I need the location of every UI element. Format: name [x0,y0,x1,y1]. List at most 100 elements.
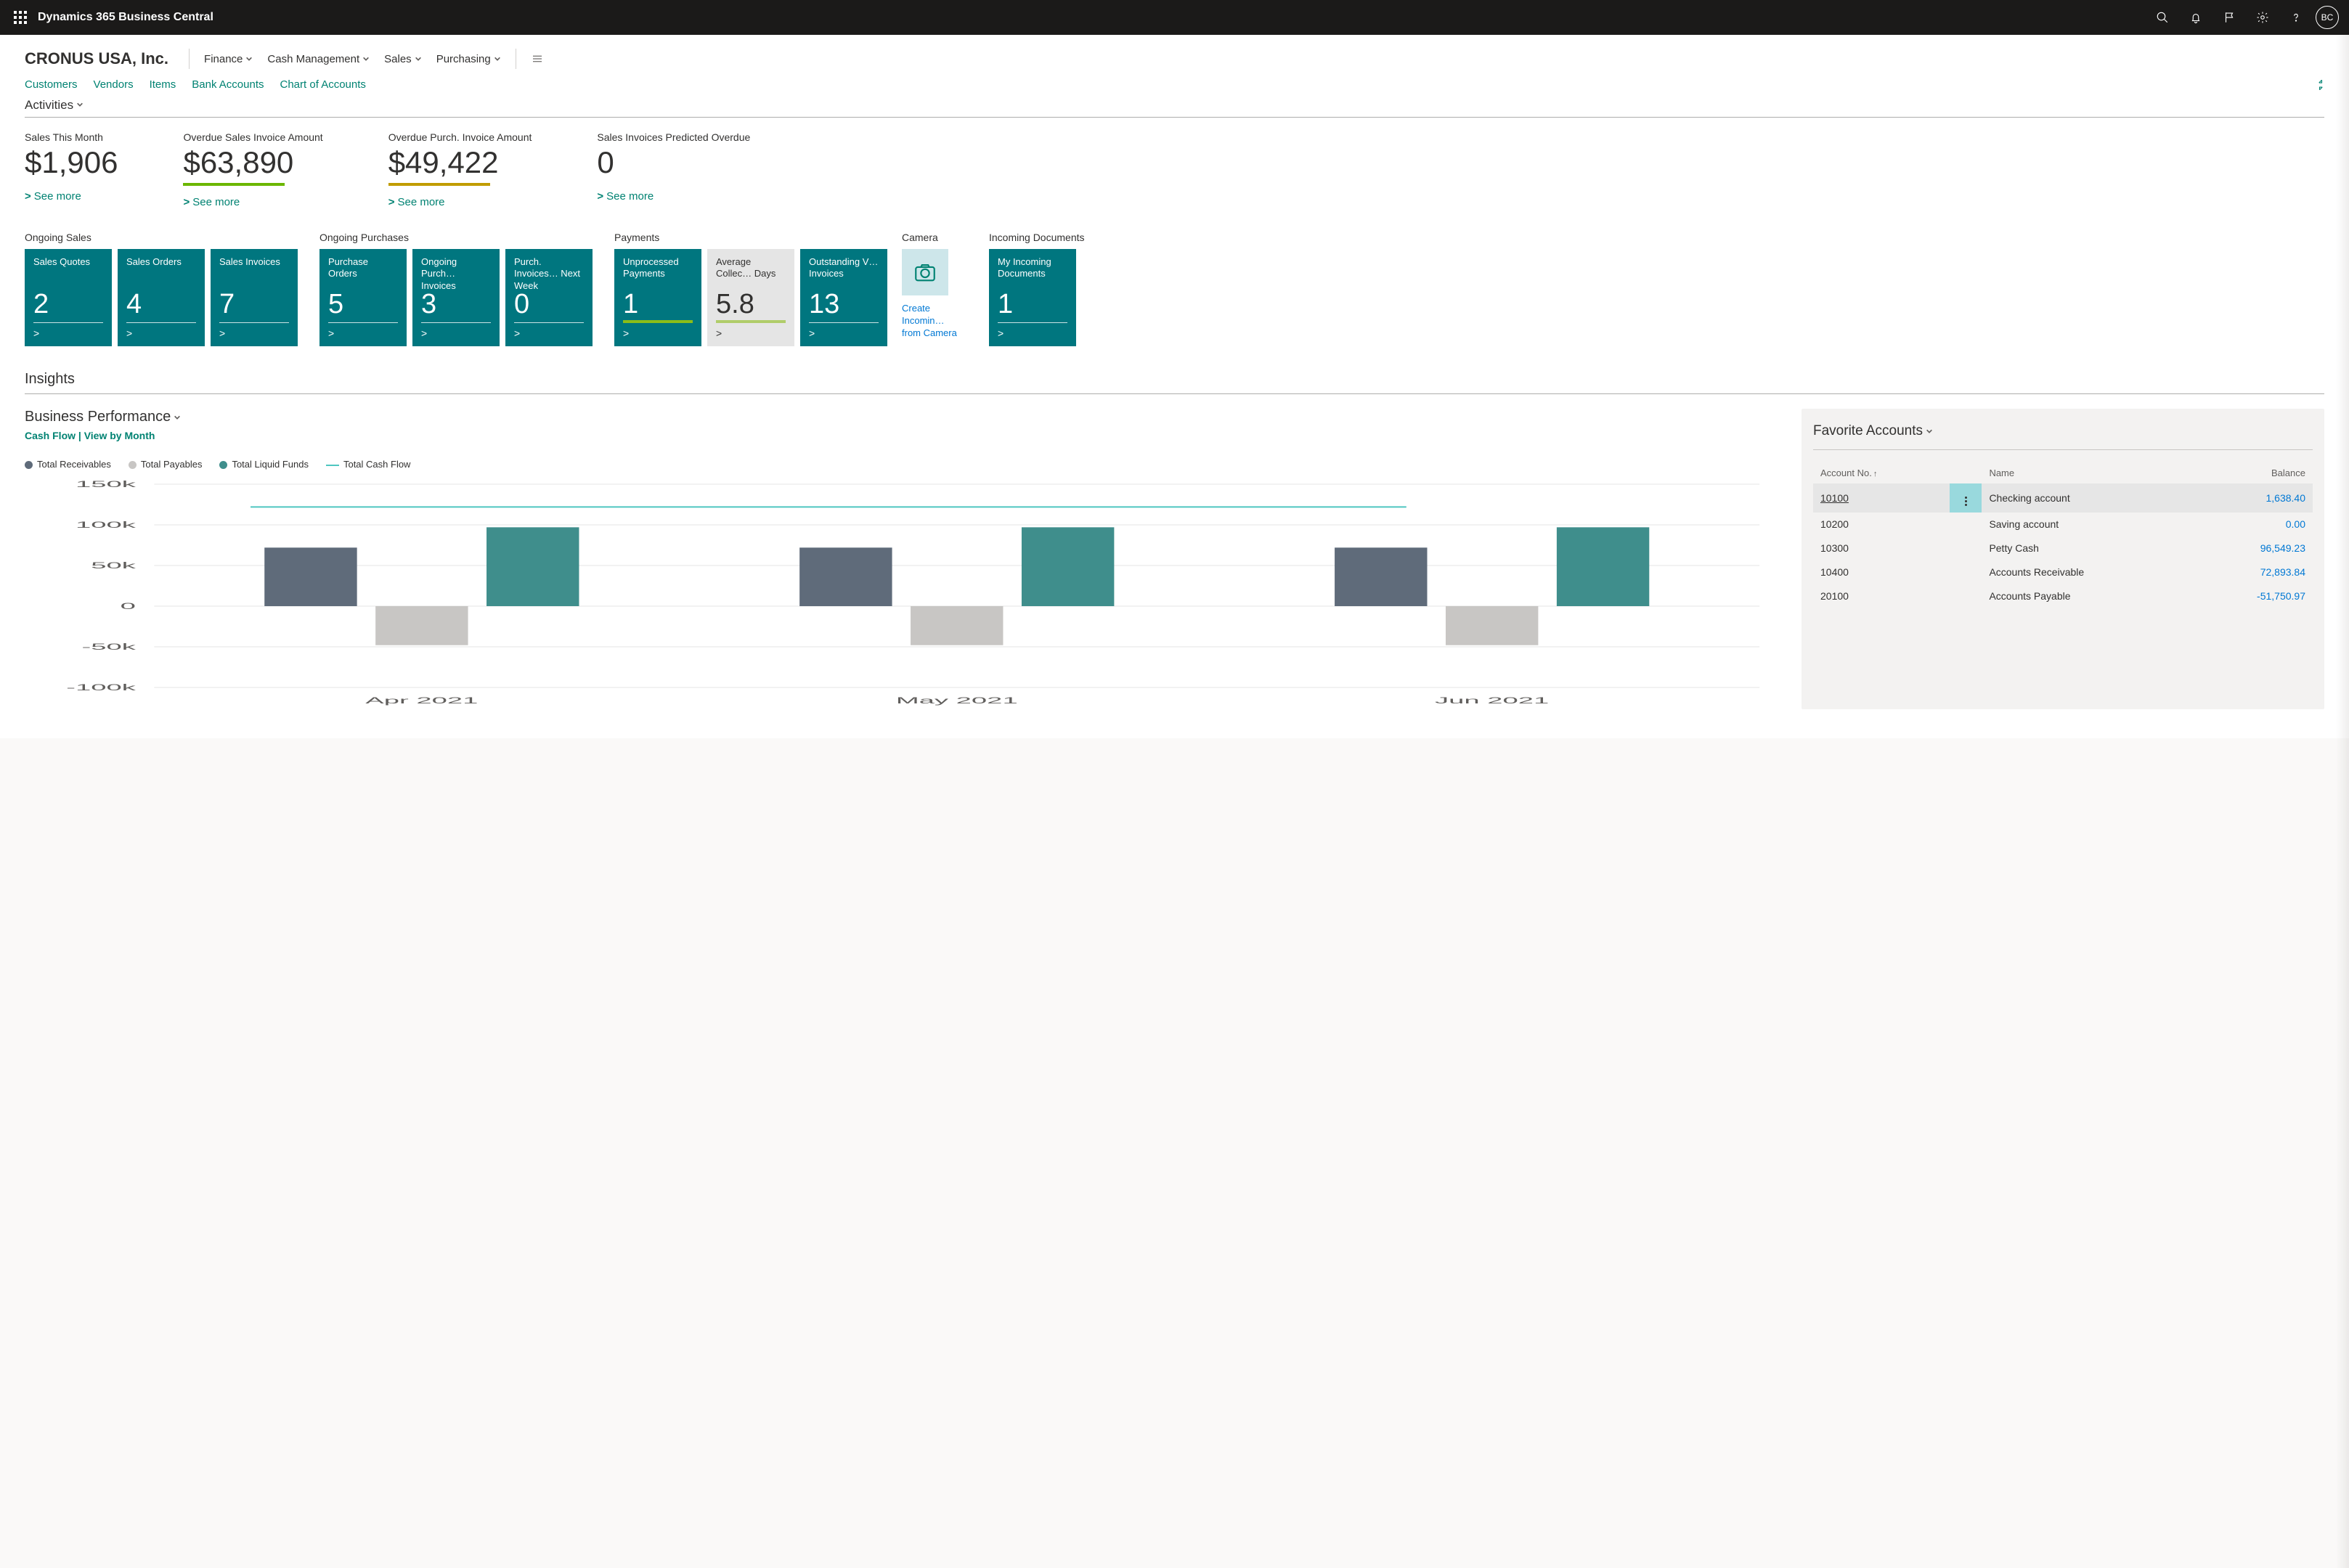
cell-account-no[interactable]: 10300 [1813,536,1950,560]
cell-account-no[interactable]: 10200 [1813,513,1950,536]
tile-ongoing-purch-invoices[interactable]: Ongoing Purch… Invoices3> [412,249,500,346]
settings-gear-icon[interactable] [2246,0,2279,35]
col-name[interactable]: Name [1982,463,2191,483]
chart-legend: Total Receivables Total Payables Total L… [25,459,1783,470]
kpi-3: Sales Invoices Predicted Overdue0>See mo… [597,131,750,208]
see-more-link[interactable]: >See more [25,190,118,203]
tile-value: 1 [998,290,1067,318]
sort-asc-icon: ↑ [1873,470,1878,478]
tile-unprocessed-payments[interactable]: Unprocessed Payments1> [614,249,701,346]
kpi-value[interactable]: $1,906 [25,145,118,180]
row-actions-icon[interactable] [1950,483,1982,513]
group-title: Ongoing Sales [25,232,298,243]
subnav-bank-accounts[interactable]: Bank Accounts [192,78,264,91]
row-actions-icon[interactable] [1950,560,1982,584]
tile-value: 0 [514,290,584,318]
see-more-link[interactable]: >See more [388,196,532,208]
tile-value: 5 [328,290,398,318]
subnav-customers[interactable]: Customers [25,78,78,91]
scrollbar[interactable] [2336,35,2349,1568]
favorite-accounts-table: Account No.↑ Name Balance 10100Checking … [1813,463,2313,608]
tile-purchase-orders[interactable]: Purchase Orders5> [319,249,407,346]
app-launcher-icon[interactable] [6,0,35,35]
kpi-2: Overdue Purch. Invoice Amount$49,422>See… [388,131,532,208]
kpi-label: Overdue Sales Invoice Amount [183,131,322,144]
group-ongoing-purchases: Ongoing PurchasesPurchase Orders5>Ongoin… [319,232,593,346]
legend-liquid: Total Liquid Funds [219,459,309,470]
sub-navigation: Customers Vendors Items Bank Accounts Chart … [25,78,2324,91]
favorite-accounts-header[interactable]: Favorite Accounts [1813,423,2313,439]
see-more-link[interactable]: >See more [597,190,750,203]
row-actions-icon[interactable] [1950,536,1982,560]
table-row[interactable]: 10300Petty Cash96,549.23 [1813,536,2313,560]
cash-flow-chart[interactable]: -100k-50k050k100k150kApr 2021May 2021Jun… [25,477,1783,709]
tile-sales-invoices[interactable]: Sales Invoices7> [211,249,298,346]
subnav-chart-of-accounts[interactable]: Chart of Accounts [280,78,366,91]
cell-balance[interactable]: -51,750.97 [2191,584,2313,608]
activities-header[interactable]: Activities [25,98,2324,113]
svg-text:0: 0 [121,602,136,612]
cell-balance[interactable]: 0.00 [2191,513,2313,536]
see-more-link[interactable]: >See more [183,196,322,208]
search-icon[interactable] [2146,0,2179,35]
table-row[interactable]: 20100 Accounts Payable-51,750.97 [1813,584,2313,608]
cell-balance[interactable]: 1,638.40 [2191,483,2313,513]
collapse-icon[interactable] [2314,78,2327,95]
cell-account-no[interactable]: 20100 [1813,584,1950,608]
tile-label: Sales Orders [126,256,196,279]
svg-text:Apr 2021: Apr 2021 [365,696,478,706]
row-actions-icon[interactable] [1950,513,1982,536]
svg-text:150k: 150k [76,480,137,490]
user-avatar[interactable]: BC [2316,6,2339,29]
business-performance-subtitle[interactable]: Cash Flow | View by Month [25,430,1783,441]
camera-button[interactable] [902,249,948,295]
kpi-value[interactable]: $63,890 [183,145,322,180]
cell-name: Accounts Payable [1982,584,2191,608]
cell-balance[interactable]: 72,893.84 [2191,560,2313,584]
subnav-vendors[interactable]: Vendors [94,78,134,91]
tile-average-collec-days[interactable]: Average Collec… Days5.8> [707,249,794,346]
table-row[interactable]: 10100Checking account1,638.40 [1813,483,2313,513]
subnav-items[interactable]: Items [150,78,176,91]
help-icon[interactable] [2279,0,2313,35]
create-incoming-from-camera-link[interactable]: Create Incomin…from Camera [902,303,967,340]
tile-outstanding-v-invoices[interactable]: Outstanding V… Invoices13> [800,249,887,346]
menu-sales[interactable]: Sales [377,49,429,70]
chevron-right-icon: > [514,327,584,339]
menu-purchasing[interactable]: Purchasing [429,49,508,70]
kpi-value[interactable]: 0 [597,145,750,180]
tile-value: 2 [33,290,103,318]
notifications-icon[interactable] [2179,0,2212,35]
tile-purch-invoices-next-week[interactable]: Purch. Invoices… Next Week0> [505,249,593,346]
cell-account-no[interactable]: 10400 [1813,560,1950,584]
row-actions-icon[interactable] [1950,584,1982,608]
flag-icon[interactable] [2212,0,2246,35]
cell-name: Accounts Receivable [1982,560,2191,584]
menu-cash-management[interactable]: Cash Management [260,49,377,70]
col-balance[interactable]: Balance [2191,463,2313,483]
menu-finance[interactable]: Finance [197,49,260,70]
more-menu-icon[interactable] [524,48,551,70]
business-performance-header[interactable]: Business Performance [25,409,1783,425]
col-account-no[interactable]: Account No.↑ [1813,463,1950,483]
kpi-value[interactable]: $49,422 [388,145,532,180]
table-row[interactable]: 10200 Saving account0.00 [1813,513,2313,536]
group-title: Payments [614,232,887,243]
tile-sales-quotes[interactable]: Sales Quotes2> [25,249,112,346]
group-title: Incoming Documents [989,232,1085,243]
chevron-right-icon: > [421,327,491,339]
tile-sales-orders[interactable]: Sales Orders4> [118,249,205,346]
tile-value: 7 [219,290,289,318]
tile-label: Unprocessed Payments [623,256,693,280]
tile-my-incoming-documents[interactable]: My Incoming Documents1> [989,249,1076,346]
tile-label: Purchase Orders [328,256,398,280]
table-row[interactable]: 10400 Accounts Receivable72,893.84 [1813,560,2313,584]
cell-account-no[interactable]: 10100 [1813,483,1950,513]
chevron-down-icon [1926,423,1933,439]
chevron-down-icon [494,53,501,65]
company-name[interactable]: CRONUS USA, Inc. [25,49,168,68]
cell-balance[interactable]: 96,549.23 [2191,536,2313,560]
cell-name: Saving account [1982,513,2191,536]
business-performance-title: Business Performance [25,409,171,425]
legend-receivables: Total Receivables [25,459,111,470]
